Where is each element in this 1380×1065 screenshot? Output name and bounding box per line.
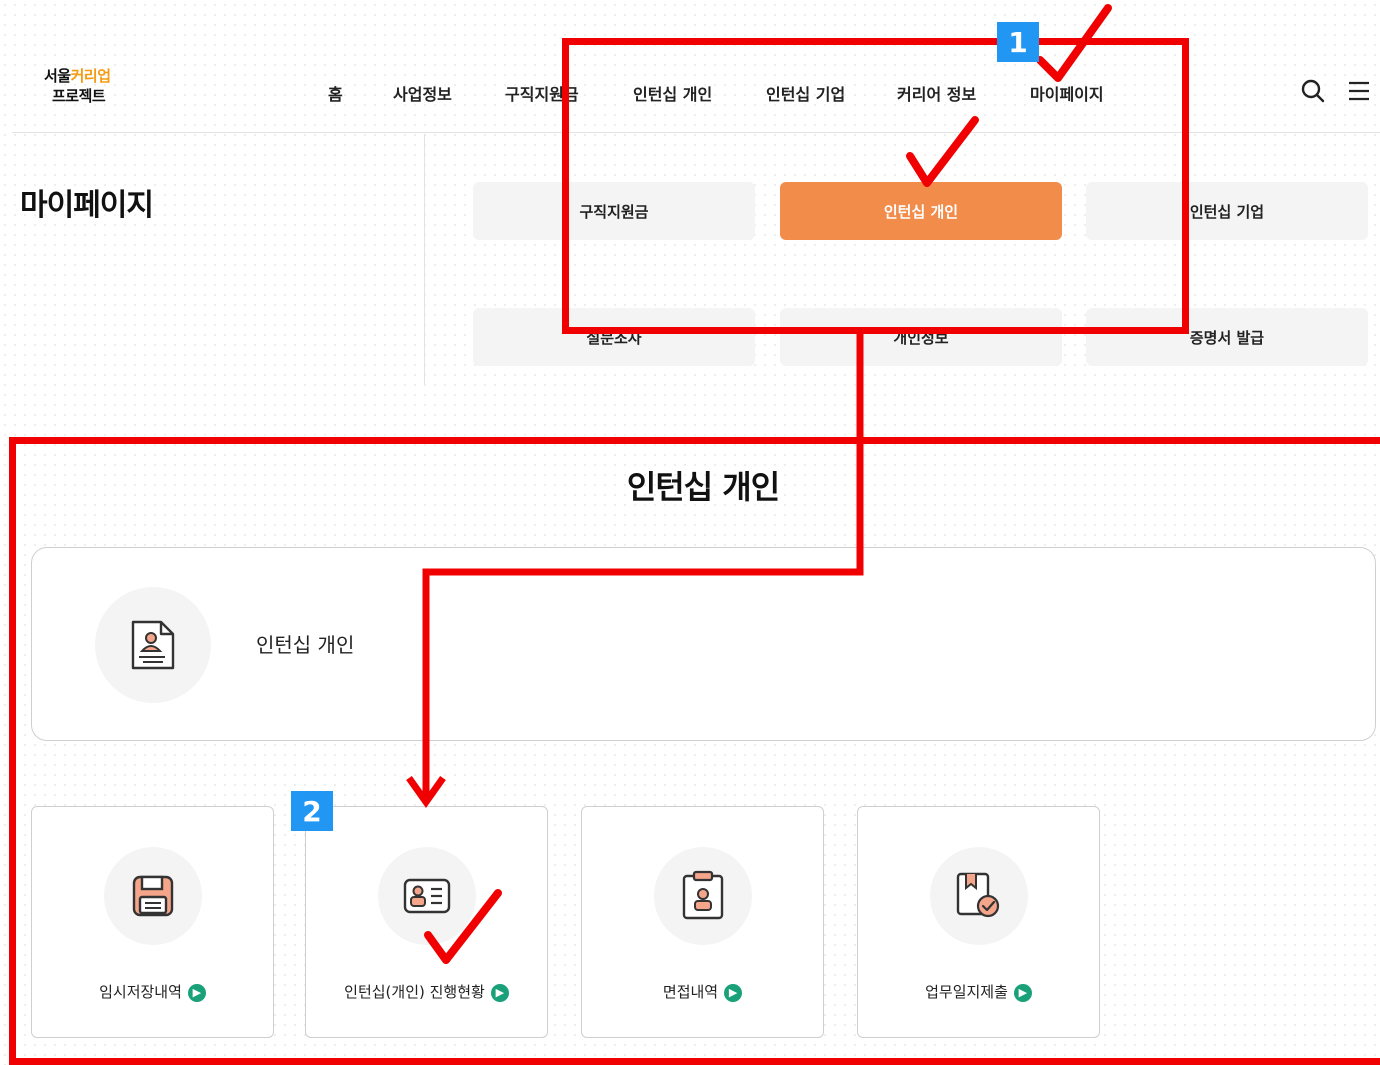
checkmark-icon [1036,4,1112,82]
annotation-arrow-line [422,334,864,800]
step-badge-1: 1 [997,22,1039,62]
annotation-overlay [406,4,1112,964]
checkmark-icon [906,116,979,187]
step-badge-2: 2 [291,791,333,831]
checkmark-icon [424,889,502,964]
